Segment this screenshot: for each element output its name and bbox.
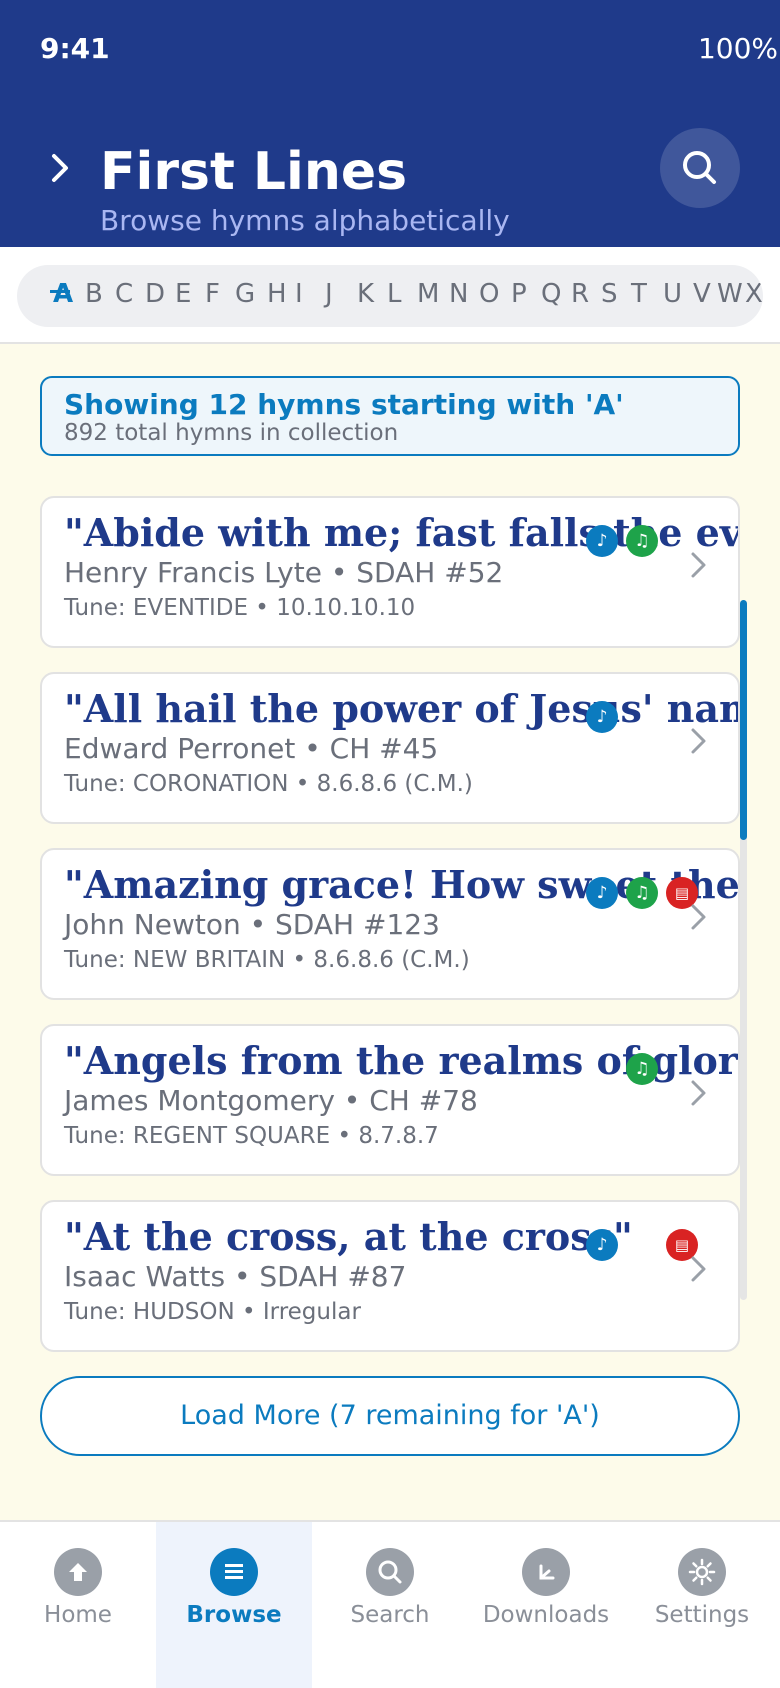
music-badge-icon: ♫ xyxy=(626,525,658,557)
load-more-button[interactable]: Load More (7 remaining for 'A') xyxy=(40,1376,740,1456)
nav-settings[interactable]: Settings xyxy=(624,1522,780,1688)
audio-badge-icon: ♪ xyxy=(586,525,618,557)
nav-home[interactable]: Home xyxy=(0,1522,156,1688)
letter-x[interactable]: X xyxy=(745,279,763,309)
hymn-title: "All hail the power of Jesus' name!" xyxy=(64,686,738,731)
results-info-box: Showing 12 hymns starting with 'A' 892 t… xyxy=(40,376,740,456)
search-icon xyxy=(366,1548,414,1596)
search-icon xyxy=(683,151,716,184)
audio-badge-icon: ♪ xyxy=(586,877,618,909)
letter-c[interactable]: C xyxy=(115,279,133,309)
scrollbar-thumb[interactable] xyxy=(740,600,747,840)
results-count: Showing 12 hymns starting with 'A' xyxy=(64,388,624,421)
hymn-author: Edward Perronet • CH #45 xyxy=(64,732,439,765)
hymn-tune: Tune: HUDSON • Irregular xyxy=(64,1299,361,1325)
home-icon xyxy=(54,1548,102,1596)
hymn-author: John Newton • SDAH #123 xyxy=(64,908,440,941)
nav-label: Home xyxy=(44,1602,112,1628)
letter-i[interactable]: I xyxy=(295,279,303,309)
letter-r[interactable]: R xyxy=(571,279,589,309)
chevron-right-icon xyxy=(690,902,708,932)
letter-t[interactable]: T xyxy=(631,279,647,309)
hymn-list[interactable]: "Abide with me; fast falls the eventide"… xyxy=(0,490,780,1360)
letter-l[interactable]: L xyxy=(387,279,402,309)
hymn-tune: Tune: CORONATION • 8.6.8.6 (C.M.) xyxy=(64,771,473,797)
letter-v[interactable]: V xyxy=(693,279,711,309)
letter-q[interactable]: Q xyxy=(541,279,561,309)
nav-browse[interactable]: Browse xyxy=(156,1522,312,1688)
chevron-right-icon xyxy=(690,1078,708,1108)
letter-a[interactable]: A xyxy=(53,279,73,309)
hymn-card[interactable]: "Amazing grace! How sweet the sound"John… xyxy=(40,848,740,1000)
letter-h[interactable]: H xyxy=(267,279,287,309)
hymn-card[interactable]: "All hail the power of Jesus' name!"Edwa… xyxy=(40,672,740,824)
page-title: First Lines xyxy=(100,142,408,202)
chevron-right-icon[interactable] xyxy=(50,150,74,186)
hymn-tune: Tune: NEW BRITAIN • 8.6.8.6 (C.M.) xyxy=(64,947,470,973)
hymn-card[interactable]: "At the cross, at the cross" Isaac Watts … xyxy=(40,1200,740,1352)
nav-downloads[interactable]: Downloads xyxy=(468,1522,624,1688)
letter-p[interactable]: P xyxy=(511,279,527,309)
letter-g[interactable]: G xyxy=(235,279,255,309)
audio-badge-icon: ♪ xyxy=(586,1229,618,1261)
music-badge-icon: ♫ xyxy=(626,1053,658,1085)
app-header: 9:41 100% First Lines Browse hymns alpha… xyxy=(0,0,780,247)
letter-b[interactable]: B xyxy=(85,279,103,309)
letter-o[interactable]: O xyxy=(479,279,499,309)
audio-badge-icon: ♪ xyxy=(586,701,618,733)
music-badge-icon: ♫ xyxy=(626,877,658,909)
header-search-button[interactable] xyxy=(660,128,740,208)
chevron-right-icon xyxy=(690,550,708,580)
status-battery: 100% xyxy=(697,32,778,65)
nav-label: Settings xyxy=(654,1602,750,1628)
scrollbar[interactable] xyxy=(740,600,747,1300)
hymn-author: Isaac Watts • SDAH #87 xyxy=(64,1260,407,1293)
page-subtitle: Browse hymns alphabetically xyxy=(100,204,510,237)
hymn-card[interactable]: "Angels from the realms of glory" James M… xyxy=(40,1024,740,1176)
letter-d[interactable]: D xyxy=(145,279,165,309)
nav-label: Downloads xyxy=(482,1602,610,1628)
hymn-author: James Montgomery • CH #78 xyxy=(64,1084,478,1117)
download-icon xyxy=(522,1548,570,1596)
nav-label: Browse xyxy=(186,1602,282,1628)
nav-search[interactable]: Search xyxy=(312,1522,468,1688)
gear-icon xyxy=(678,1548,726,1596)
chevron-right-icon xyxy=(690,726,708,756)
hymn-author: Henry Francis Lyte • SDAH #52 xyxy=(64,556,504,589)
letter-m[interactable]: M xyxy=(417,279,439,309)
letter-u[interactable]: U xyxy=(663,279,682,309)
nav-label: Search xyxy=(350,1602,430,1628)
letter-s[interactable]: S xyxy=(601,279,618,309)
alphabet-bar: ABCDEFGHIJKLMNOPQRSTUVWX xyxy=(0,247,780,344)
status-time: 9:41 xyxy=(40,32,110,65)
chevron-right-icon xyxy=(690,1254,708,1284)
letter-e[interactable]: E xyxy=(175,279,191,309)
letter-j[interactable]: J xyxy=(325,279,333,309)
list-icon xyxy=(210,1548,258,1596)
letter-n[interactable]: N xyxy=(449,279,468,309)
hymn-title: "At the cross, at the cross" xyxy=(64,1214,633,1259)
bottom-navigation: Home Browse Search Downloads Settings xyxy=(0,1520,780,1688)
letter-w[interactable]: W xyxy=(717,279,743,309)
hymn-card[interactable]: "Abide with me; fast falls the eventide"… xyxy=(40,496,740,648)
letter-f[interactable]: F xyxy=(205,279,220,309)
hymn-tune: Tune: EVENTIDE • 10.10.10.10 xyxy=(64,595,416,621)
hymn-tune: Tune: REGENT SQUARE • 8.7.8.7 xyxy=(64,1123,439,1149)
collection-total: 892 total hymns in collection xyxy=(64,420,399,446)
letter-k[interactable]: K xyxy=(357,279,374,309)
alphabet-scroller[interactable]: ABCDEFGHIJKLMNOPQRSTUVWX xyxy=(17,265,763,327)
